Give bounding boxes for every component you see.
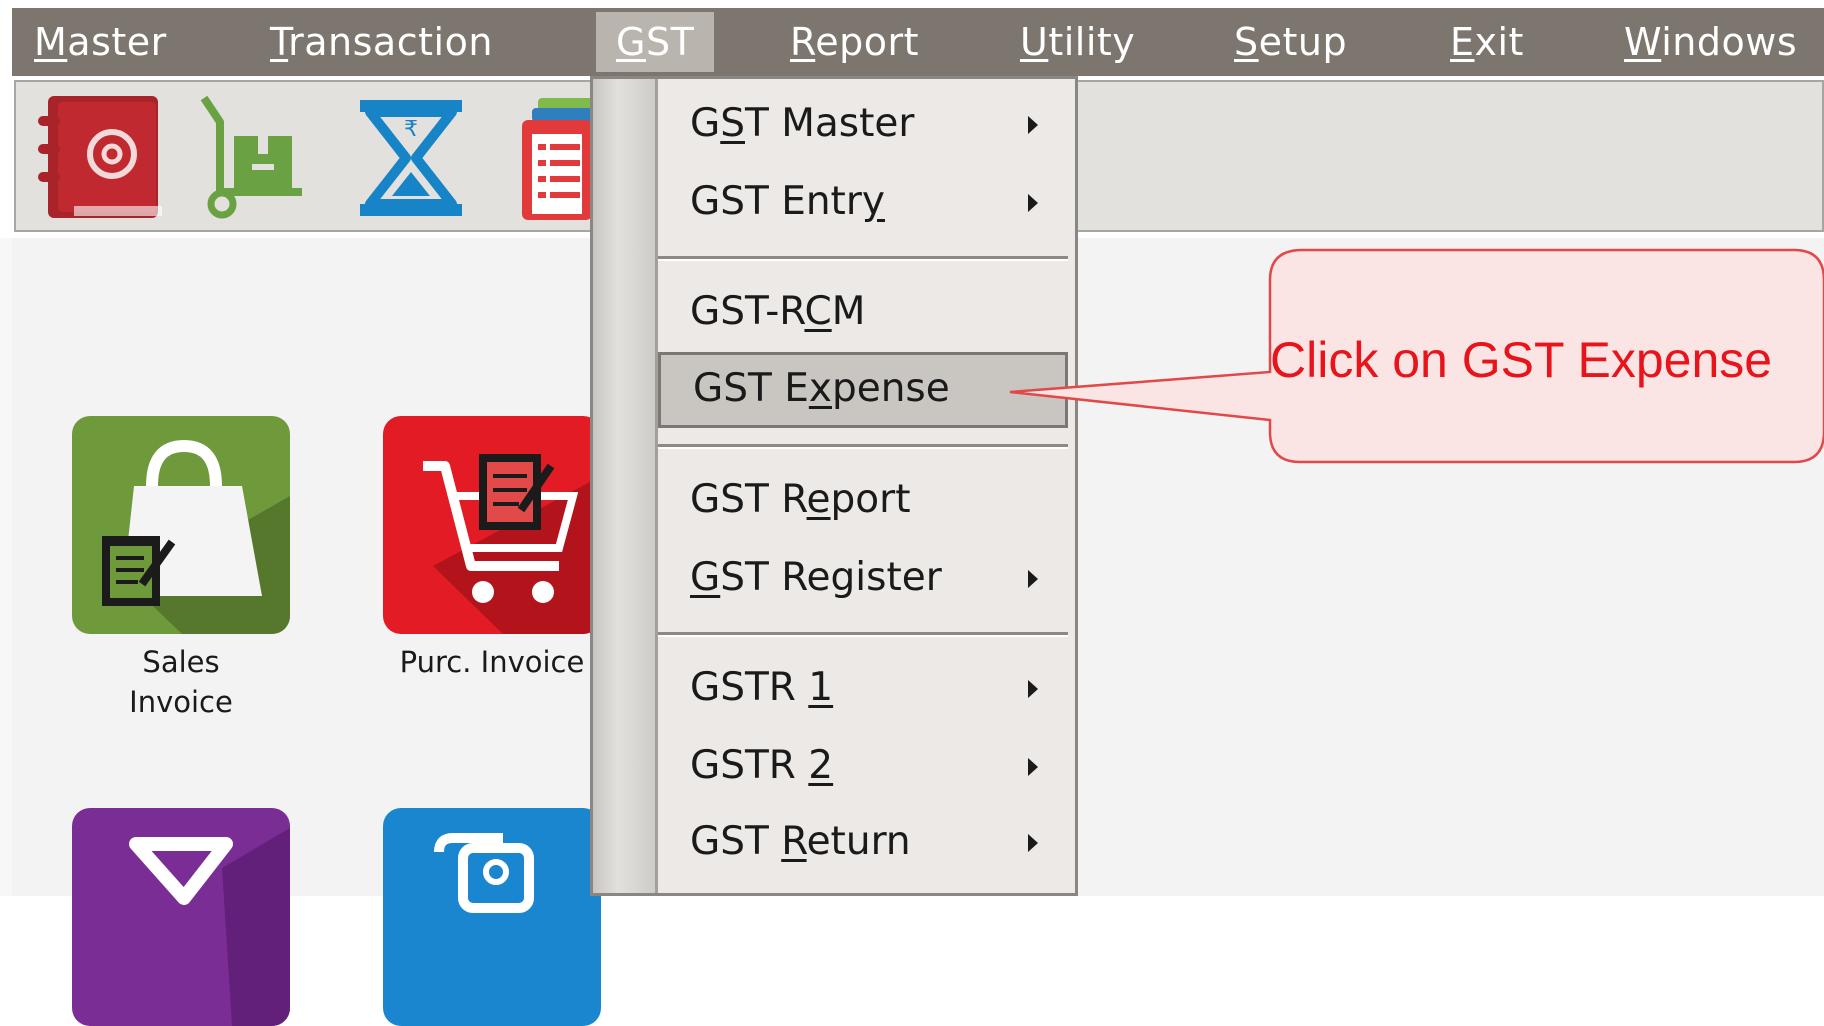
callout-text: Click on GST Expense [1270, 332, 1773, 388]
callout-bubble [1009, 248, 1824, 464]
